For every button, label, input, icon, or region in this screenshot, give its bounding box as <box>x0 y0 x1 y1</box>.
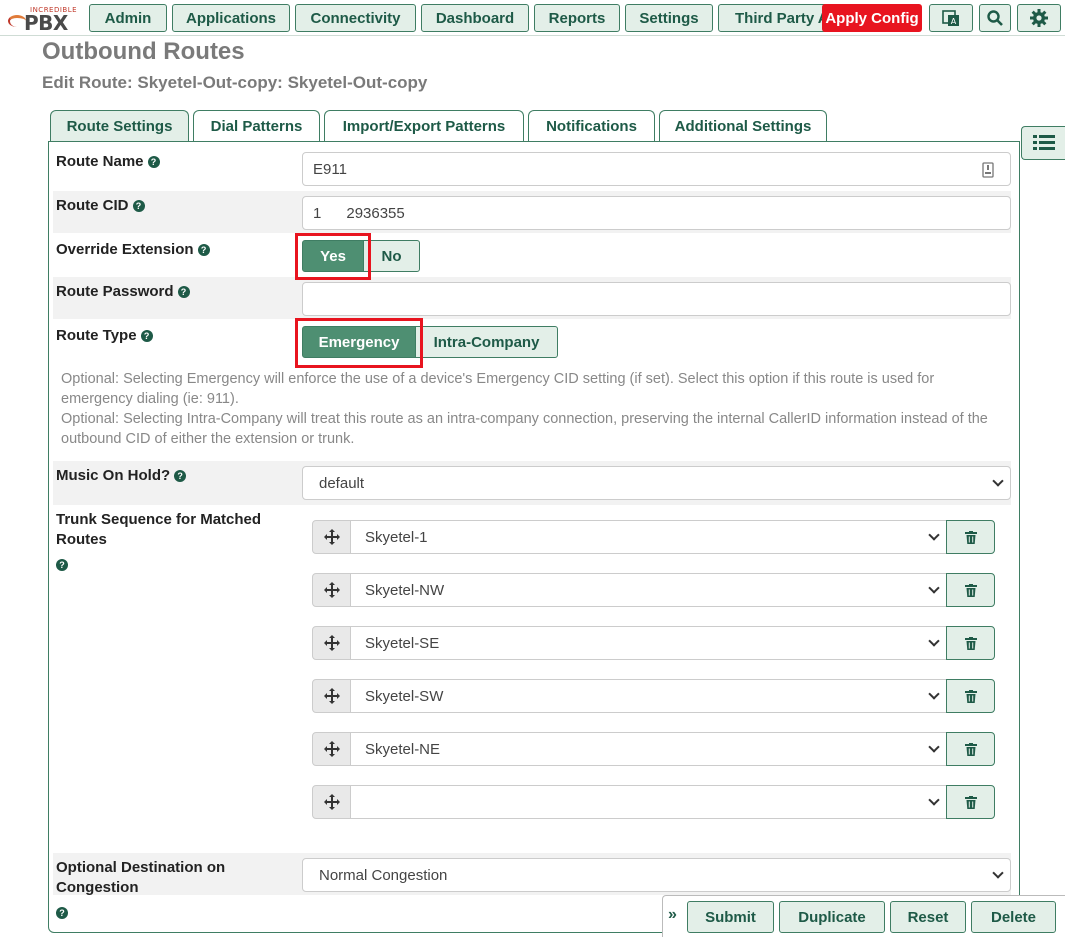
tab-route-settings[interactable]: Route Settings <box>50 110 189 142</box>
top-nav: INCREDIBLE PBX Admin Applications Connec… <box>0 0 1065 36</box>
nav-connectivity[interactable]: Connectivity <box>295 4 416 32</box>
route-cid-label: Route CID? <box>56 196 145 216</box>
drag-handle-icon[interactable] <box>312 520 352 554</box>
route-name-label: Route Name? <box>56 152 160 172</box>
drag-handle-icon[interactable] <box>312 785 352 819</box>
trunk-select[interactable]: Skyetel-NE <box>350 732 947 766</box>
password-manager-icon[interactable] <box>982 162 994 178</box>
emergency-help-text: Optional: Selecting Emergency will enfor… <box>61 371 935 407</box>
duplicate-button[interactable]: Duplicate <box>779 901 885 933</box>
chevron-down-icon <box>928 582 940 594</box>
trash-icon[interactable] <box>946 785 995 819</box>
nav-reports[interactable]: Reports <box>534 4 620 32</box>
trunk-row: Skyetel-NW <box>312 573 995 607</box>
route-name-input[interactable]: E911 <box>302 152 1011 186</box>
help-icon[interactable]: ? <box>56 907 68 919</box>
trash-icon[interactable] <box>946 520 995 554</box>
route-password-input[interactable] <box>302 282 1011 316</box>
submit-button[interactable]: Submit <box>687 901 774 933</box>
route-cid-input[interactable]: 1 2936355 <box>302 196 1011 230</box>
help-icon[interactable]: ? <box>177 286 190 299</box>
trunk-row: Skyetel-SW <box>312 679 995 713</box>
trunk-row: Skyetel-SE <box>312 626 995 660</box>
trunk-sequence-label: Trunk Sequence for Matched Routes <box>56 511 262 548</box>
trunk-row <box>312 785 995 819</box>
trunk-select[interactable]: Skyetel-NW <box>350 573 947 607</box>
svg-text:A: A <box>951 17 957 26</box>
trunk-select[interactable]: Skyetel-1 <box>350 520 947 554</box>
trunk-row: Skyetel-1 <box>312 520 995 554</box>
trash-icon[interactable] <box>946 573 995 607</box>
help-icon[interactable]: ? <box>147 156 160 169</box>
trunk-select[interactable]: Skyetel-SW <box>350 679 947 713</box>
help-icon[interactable]: ? <box>56 559 68 571</box>
help-icon[interactable]: ? <box>140 330 153 343</box>
congestion-destination-select[interactable]: Normal Congestion <box>302 858 1011 892</box>
route-password-label: Route Password? <box>56 282 190 302</box>
page-subtitle: Edit Route: Skyetel-Out-copy: Skyetel-Ou… <box>42 73 428 92</box>
apply-config-button[interactable]: Apply Config <box>822 4 922 32</box>
override-extension-label: Override Extension? <box>56 240 210 260</box>
trash-icon[interactable] <box>946 626 995 660</box>
reset-button[interactable]: Reset <box>890 901 966 933</box>
delete-button[interactable]: Delete <box>971 901 1056 933</box>
help-icon[interactable]: ? <box>197 244 210 257</box>
intra-company-help-text: Optional: Selecting Intra-Company will t… <box>61 411 988 447</box>
chevron-down-icon <box>928 688 940 700</box>
music-on-hold-select[interactable]: default <box>302 466 1011 500</box>
expand-icon[interactable]: » <box>668 906 677 924</box>
route-type-intra-toggle[interactable]: Intra-Company <box>415 326 558 358</box>
chevron-down-icon <box>992 475 1004 487</box>
tab-notifications[interactable]: Notifications <box>528 110 655 142</box>
tab-dial-patterns[interactable]: Dial Patterns <box>193 110 320 142</box>
language-icon[interactable]: A <box>929 4 973 32</box>
gear-icon[interactable] <box>1017 4 1061 32</box>
trash-icon[interactable] <box>946 732 995 766</box>
drag-handle-icon[interactable] <box>312 626 352 660</box>
trunk-row: Skyetel-NE <box>312 732 995 766</box>
trash-icon[interactable] <box>946 679 995 713</box>
nav-dashboard[interactable]: Dashboard <box>421 4 529 32</box>
nav-admin[interactable]: Admin <box>89 4 167 32</box>
highlight-box <box>295 318 423 368</box>
highlight-box <box>295 233 371 280</box>
logo-big-text: PBX <box>24 11 68 35</box>
trunk-select[interactable] <box>350 785 947 819</box>
nav-applications[interactable]: Applications <box>172 4 290 32</box>
override-no-toggle[interactable]: No <box>363 240 420 272</box>
trunk-select[interactable]: Skyetel-SE <box>350 626 947 660</box>
pbx-logo[interactable]: INCREDIBLE PBX <box>6 6 86 35</box>
drag-handle-icon[interactable] <box>312 573 352 607</box>
chevron-down-icon <box>928 794 940 806</box>
drag-handle-icon[interactable] <box>312 732 352 766</box>
help-icon[interactable]: ? <box>132 200 145 213</box>
route-type-label: Route Type? <box>56 326 153 346</box>
list-toggle-icon[interactable] <box>1021 126 1065 160</box>
page-title: Outbound Routes <box>42 38 245 65</box>
tab-import-export[interactable]: Import/Export Patterns <box>324 110 524 142</box>
chevron-down-icon <box>928 741 940 753</box>
drag-handle-icon[interactable] <box>312 679 352 713</box>
search-icon[interactable] <box>979 4 1011 32</box>
tab-additional-settings[interactable]: Additional Settings <box>659 110 827 142</box>
congestion-destination-label: Optional Destination on Congestion <box>56 859 226 896</box>
chevron-down-icon <box>928 529 940 541</box>
nav-settings[interactable]: Settings <box>625 4 713 32</box>
chevron-down-icon <box>928 635 940 647</box>
help-icon[interactable]: ? <box>174 470 187 483</box>
chevron-down-icon <box>992 867 1004 879</box>
music-on-hold-label: Music On Hold?? <box>56 466 187 486</box>
